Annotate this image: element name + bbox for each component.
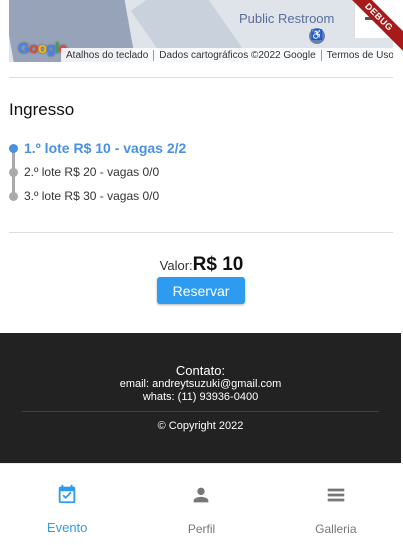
map-attribution: Atalhos do teclado Dados cartográficos ©… xyxy=(61,48,393,62)
lot-label: 2.º lote R$ 20 - vagas 0/0 xyxy=(24,165,160,179)
nav-label: Perfil xyxy=(187,522,216,536)
nav-item-galleria[interactable]: Galleria xyxy=(269,464,403,545)
lot-label: 1.º lote R$ 10 - vagas 2/2 xyxy=(24,140,187,156)
terms-link[interactable]: Termos de Uso xyxy=(322,50,393,61)
ingresso-title: Ingresso xyxy=(9,100,75,119)
nav-item-evento[interactable]: Evento xyxy=(0,464,134,545)
footer: Contato: email: andreytsuzuki@gmail.com … xyxy=(0,333,401,463)
step-dot xyxy=(9,144,18,153)
contact-phone: whats: (11) 93936-0400 xyxy=(142,391,259,403)
price-value: R$ 10 xyxy=(192,254,244,275)
lot-step-3[interactable]: 3.º lote R$ 30 - vagas 0/0 xyxy=(9,184,186,208)
restroom-icon[interactable]: ♿ xyxy=(309,28,325,44)
footer-divider xyxy=(22,411,379,412)
list-icon xyxy=(327,488,345,502)
contact-email: email: andreytsuzuki@gmail.com xyxy=(119,378,282,390)
contact-title: Contato: xyxy=(175,363,226,378)
reserve-button[interactable]: Reservar xyxy=(157,277,245,304)
copyright: © Copyright 2022 xyxy=(157,420,244,432)
lot-label: 3.º lote R$ 30 - vagas 0/0 xyxy=(24,189,160,203)
calendar-check-icon xyxy=(58,484,76,504)
lot-step-2[interactable]: 2.º lote R$ 20 - vagas 0/0 xyxy=(9,160,186,184)
nav-label: Galleria xyxy=(315,522,357,536)
price-label: Valor: xyxy=(159,258,193,273)
step-dot xyxy=(9,192,18,201)
divider xyxy=(9,232,393,233)
person-icon xyxy=(194,487,209,503)
map-data-label: Dados cartográficos ©2022 Google xyxy=(154,49,322,61)
google-logo: Google xyxy=(18,40,67,57)
keyboard-shortcuts-link[interactable]: Atalhos do teclado xyxy=(61,49,155,61)
bottom-nav: Evento Perfil Galleria xyxy=(0,463,403,545)
step-dot xyxy=(9,168,18,177)
map-place-label[interactable]: Public Restroom xyxy=(239,11,334,26)
nav-item-perfil[interactable]: Perfil xyxy=(134,464,268,545)
lot-stepper: 1.º lote R$ 10 - vagas 2/2 2.º lote R$ 2… xyxy=(9,136,186,208)
divider xyxy=(9,77,393,78)
event-map[interactable]: Public Restroom ♿ Google Atalhos do tecl… xyxy=(9,0,393,62)
price-row: Valor:R$ 10 xyxy=(0,254,403,276)
nav-label: Evento xyxy=(46,520,88,535)
lot-step-1[interactable]: 1.º lote R$ 10 - vagas 2/2 xyxy=(9,136,186,160)
